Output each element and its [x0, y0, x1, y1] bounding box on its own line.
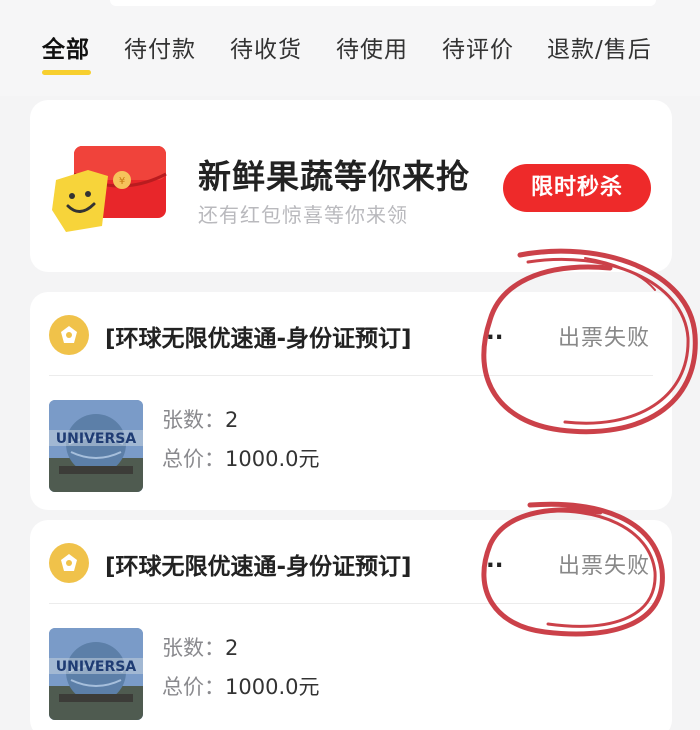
tab-all[interactable]: 全部 — [42, 30, 90, 64]
red-envelope-icon: ¥ — [52, 146, 167, 232]
tab-pending-use[interactable]: 待使用 — [336, 30, 408, 64]
product-thumbnail[interactable]: UNIVERSA — [49, 628, 143, 720]
thumbnail-text: UNIVERSA — [56, 659, 137, 675]
promo-card[interactable]: ¥ 新鲜果蔬等你来抢 还有红包惊喜等你来领 限时秒杀 — [30, 100, 672, 272]
active-tab-indicator — [42, 70, 91, 75]
order-title-ellipsis: .. — [486, 547, 504, 573]
ticket-shop-icon — [49, 315, 89, 355]
promo-title: 新鲜果蔬等你来抢 — [198, 157, 470, 196]
divider — [49, 603, 653, 604]
promo-subtitle: 还有红包惊喜等你来领 — [198, 203, 408, 227]
tab-pending-review[interactable]: 待评价 — [442, 30, 514, 64]
order-title-ellipsis: .. — [486, 319, 504, 345]
order-status: 出票失败 — [557, 326, 650, 351]
top-edge — [110, 0, 656, 6]
order-list-page: 全部 待付款 待收货 待使用 待评价 退款/售后 ¥ 新鲜果蔬等你来抢 还有红包… — [0, 0, 700, 730]
flash-sale-button[interactable]: 限时秒杀 — [503, 164, 651, 212]
total-price: 总价：1000.0元 — [162, 675, 320, 699]
tab-pending-payment[interactable]: 待付款 — [124, 30, 196, 64]
order-card[interactable]: [环球无限优速通-身份证预订] .. 出票失败 UNIVERSA 张数：2 总价… — [30, 292, 672, 510]
thumbnail-text: UNIVERSA — [56, 431, 137, 447]
order-card[interactable]: [环球无限优速通-身份证预订] .. 出票失败 UNIVERSA 张数：2 总价… — [30, 520, 672, 730]
order-status: 出票失败 — [557, 554, 650, 579]
divider — [49, 375, 653, 376]
ticket-count: 张数：2 — [162, 636, 239, 660]
ticket-shop-icon — [49, 543, 89, 583]
total-price: 总价：1000.0元 — [162, 447, 320, 471]
order-title: [环球无限优速通-身份证预订] — [105, 326, 412, 352]
order-title: [环球无限优速通-身份证预订] — [105, 554, 412, 580]
tab-refund-aftersale[interactable]: 退款/售后 — [547, 30, 652, 64]
svg-text:¥: ¥ — [119, 176, 125, 187]
ticket-count: 张数：2 — [162, 408, 239, 432]
product-thumbnail[interactable]: UNIVERSA — [49, 400, 143, 492]
order-tabs: 全部 待付款 待收货 待使用 待评价 退款/售后 — [0, 0, 700, 96]
tab-pending-receipt[interactable]: 待收货 — [230, 30, 302, 64]
